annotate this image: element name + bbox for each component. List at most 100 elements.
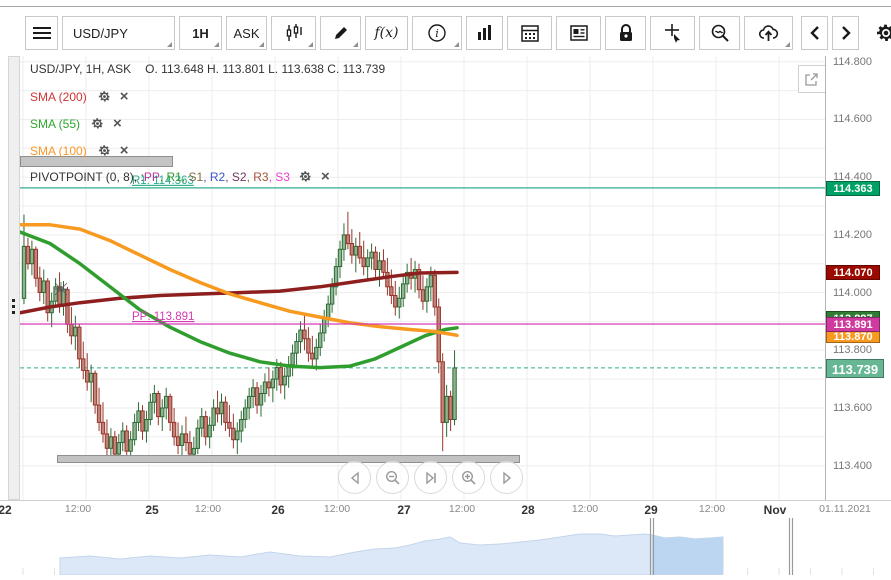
indicator-close-button[interactable]: × [120,143,129,158]
timeframe-selector[interactable]: 1H [179,16,222,50]
candle-body [120,430,125,443]
lock-button[interactable] [605,16,646,50]
candle-body [191,447,197,455]
calendar-icon [520,25,539,42]
svg-text:i: i [435,27,439,40]
volume-button[interactable] [466,16,503,50]
chart-type-button[interactable] [271,16,316,50]
candle-body [310,352,315,360]
menu-button[interactable] [25,16,58,50]
pivotpoint-legend: PIVOTPOINT (0, 8), : PP, R1, S1, R2, S2,… [30,169,330,184]
price-type-selector[interactable]: ASK [226,16,267,50]
symbol-selector[interactable]: USD/JPY [62,16,175,50]
zoom-out-chart-button[interactable] [376,461,409,494]
magnifier-wave-icon [711,24,729,42]
indicators-button[interactable]: f(x) [365,16,408,50]
price-tick-label: 114.200 [833,229,872,241]
indicator-settings-button[interactable] [97,143,112,158]
candle-body [69,323,74,337]
pivotpoint-title: PIVOTPOINT (0, 8), : [30,169,144,184]
indicator-close-button[interactable]: × [113,116,122,131]
candle-body [314,346,319,360]
price-type-label: ASK [233,25,260,41]
price-tick-label: 114.800 [833,56,872,68]
lock-icon [619,24,632,41]
candle-body [88,372,94,383]
candle-body [73,326,78,337]
candle-body [104,433,110,449]
chart-area[interactable]: R1: 114.363 PP: 113.891 USD/JPY, 1H, ASK … [20,56,825,500]
pivot-level-label: , S3 [268,169,290,184]
settings-button[interactable] [871,16,891,50]
candle-body [357,245,362,259]
candle-body [25,245,31,265]
candle-body [428,274,434,288]
zoom-out-button[interactable] [699,16,740,50]
candle-body [171,421,177,438]
candle-body [389,286,394,297]
indicator-settings-button[interactable] [97,89,112,104]
price-axis[interactable]: 114.800 114.600 114.400 114.200 114.000 113.8… [825,56,891,500]
candle-body [401,283,406,299]
zoom-in-chart-button[interactable] [452,461,485,494]
back-button[interactable] [801,16,828,50]
candle-body [325,303,331,320]
forward-button[interactable] [832,16,859,50]
cloud-upload-icon [758,25,778,41]
news-icon [569,25,588,41]
info-button[interactable]: i [412,16,462,50]
spider-icon [54,282,68,296]
calendar-button[interactable] [507,16,552,50]
indicator-label: SMA (200) [30,89,87,104]
candle-body [266,381,272,389]
candle-body [302,329,307,340]
time-tick-label: 27 [397,503,411,517]
chart-legend: USD/JPY, 1H, ASK O. 113.648 H. 113.801 L… [30,62,385,170]
time-tick-label: 12:00 [448,503,476,515]
step-back-button[interactable] [338,461,371,494]
candle-body [167,395,173,423]
price-badge: 114.070 [826,264,880,280]
navigator-area [59,533,724,576]
navigator[interactable] [0,518,891,576]
news-button[interactable] [556,16,601,50]
play-button[interactable] [490,461,523,494]
indicator-settings-button[interactable] [90,116,105,131]
indicator-close-button[interactable]: × [120,89,129,104]
triangle-right-icon [502,471,511,484]
candle-body [116,442,121,455]
candle-body [294,341,299,354]
candle-body [381,260,386,273]
skip-to-end-button[interactable] [414,461,447,494]
series-title: USD/JPY, 1H, ASK [30,62,132,76]
candle-body [278,367,283,386]
candle-body [231,427,236,441]
time-tick-label: 29 [644,503,658,517]
triangle-left-icon [350,471,359,484]
price-badge: 113.891 [826,316,880,332]
candle-body [377,260,382,271]
pivot-level-label: , S2 [225,169,247,184]
time-axis[interactable]: 22 12:00 25 12:00 26 12:00 27 12:00 28 12:00 29 12:… [0,500,891,519]
save-cloud-button[interactable] [744,16,793,50]
pivotpoint-settings-button[interactable] [298,169,313,184]
candle-body [322,318,327,334]
gear-icon [91,118,104,129]
candle-body [37,277,43,294]
pivotpoint-close-button[interactable]: × [321,169,330,184]
draw-button[interactable] [320,16,361,50]
crosshair-button[interactable] [650,16,695,50]
popout-button[interactable] [798,65,825,93]
candle-body [156,393,161,418]
chevron-right-icon [841,26,851,40]
candle-body [243,407,248,420]
candle-body [337,248,343,268]
candle-body [160,407,165,418]
candle-body [270,378,276,389]
crosshair-icon [664,24,680,43]
indicator-row: SMA (100) × [30,143,385,158]
indicator-label: SMA (100) [30,143,87,158]
popout-icon [805,73,818,86]
left-panel-strip[interactable] [8,56,20,500]
candle-body [369,251,374,259]
